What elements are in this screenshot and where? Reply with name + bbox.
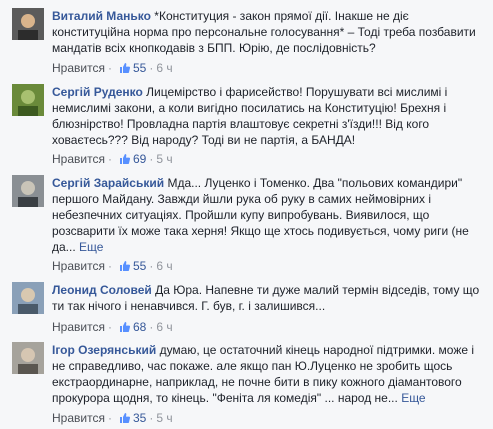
comment-body: Сергій Зарайський Мда... Луценко і Томен…	[52, 175, 483, 255]
avatar-image	[12, 84, 44, 116]
comment-body: Виталий Манько *Конституция - закон прям…	[52, 8, 483, 56]
avatar-image	[12, 175, 44, 207]
separator: ·	[149, 152, 154, 166]
thumbs-up-icon	[119, 153, 131, 169]
timestamp[interactable]: 6 ч	[156, 259, 172, 273]
timestamp[interactable]: 5 ч	[156, 152, 172, 166]
separator: ·	[107, 152, 112, 166]
like-count[interactable]: 68	[133, 320, 146, 334]
timestamp[interactable]: 6 ч	[156, 61, 172, 75]
like-count[interactable]: 35	[133, 411, 146, 425]
like-count[interactable]: 69	[133, 152, 146, 166]
avatar[interactable]	[12, 175, 44, 207]
comment-body: Леонид Соловей Да Юра. Напевне ти дуже м…	[52, 282, 483, 314]
separator: ·	[107, 320, 112, 334]
like-count[interactable]: 55	[133, 259, 146, 273]
avatar[interactable]	[12, 282, 44, 314]
avatar[interactable]	[12, 8, 44, 40]
timestamp[interactable]: 5 ч	[156, 411, 172, 425]
avatar[interactable]	[12, 84, 44, 116]
avatar-image	[12, 282, 44, 314]
separator: ·	[149, 320, 154, 334]
comment-list: Виталий Манько *Конституция - закон прям…	[0, 0, 493, 429]
see-more-link[interactable]: Еще	[79, 240, 103, 254]
comment-author[interactable]: Сергій Зарайський	[52, 176, 164, 190]
like-link[interactable]: Нравится	[52, 411, 105, 425]
avatar-image	[12, 8, 44, 40]
thumbs-up-icon	[119, 412, 131, 428]
avatar[interactable]	[12, 342, 44, 374]
comment-body: Ігор Озерянський думаю, це остаточний кі…	[52, 342, 483, 406]
separator: ·	[149, 259, 154, 273]
comment-author[interactable]: Ігор Озерянський	[52, 343, 156, 357]
like-link[interactable]: Нравится	[52, 152, 105, 166]
timestamp[interactable]: 6 ч	[156, 320, 172, 334]
comment-actions: Нравится · 69 · 5 ч	[52, 151, 173, 167]
comment-author[interactable]: Виталий Манько	[52, 9, 151, 23]
like-count[interactable]: 55	[133, 61, 146, 75]
separator: ·	[149, 61, 154, 75]
avatar-image	[12, 342, 44, 374]
separator: ·	[107, 411, 112, 425]
comment-author[interactable]: Леонид Соловей	[52, 283, 152, 297]
comment-actions: Нравится · 55 · 6 ч	[52, 60, 173, 76]
like-link[interactable]: Нравится	[52, 259, 105, 273]
comment-author[interactable]: Сергій Руденко	[52, 85, 143, 99]
like-link[interactable]: Нравится	[52, 61, 105, 75]
thumbs-up-icon	[119, 321, 131, 337]
see-more-link[interactable]: Еще	[401, 391, 425, 405]
separator: ·	[149, 411, 154, 425]
comment-actions: Нравится · 55 · 6 ч	[52, 258, 173, 274]
thumbs-up-icon	[119, 62, 131, 78]
thumbs-up-icon	[119, 260, 131, 276]
comment-body: Сергій Руденко Лицемірство і фарисейство…	[52, 84, 483, 148]
comment-actions: Нравится · 35 · 5 ч	[52, 410, 173, 426]
separator: ·	[107, 259, 112, 273]
like-link[interactable]: Нравится	[52, 320, 105, 334]
comment-actions: Нравится · 68 · 6 ч	[52, 319, 173, 335]
separator: ·	[107, 61, 112, 75]
